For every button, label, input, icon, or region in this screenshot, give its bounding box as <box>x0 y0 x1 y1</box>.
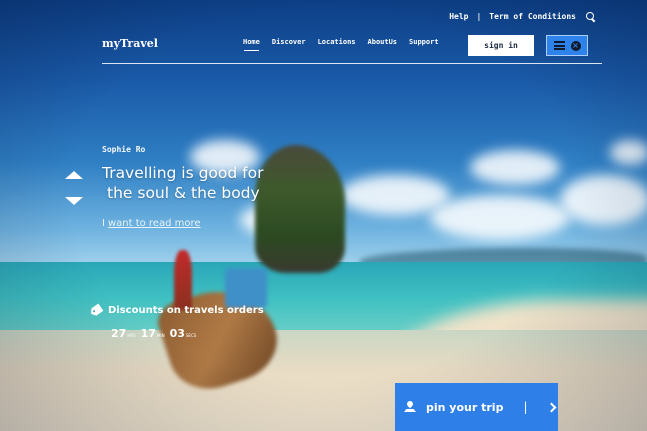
countdown-seconds: 03SECS <box>169 327 197 340</box>
discount-banner: Discounts on travels orders <box>90 305 264 316</box>
main-nav: Home Discover Locations AboutUs Support <box>243 38 439 51</box>
pin-icon <box>404 401 416 413</box>
help-link[interactable]: Help <box>449 12 468 21</box>
top-links: Help | Term of Conditions <box>449 12 595 21</box>
signin-button[interactable]: sign in <box>468 35 534 56</box>
top-links-separator: | <box>476 12 482 21</box>
nav-item-locations[interactable]: Locations <box>318 38 356 46</box>
read-more-link[interactable]: want to read more <box>108 218 201 229</box>
menu-button[interactable]: × <box>546 35 588 56</box>
discount-label[interactable]: Discounts on travels orders <box>108 305 264 316</box>
nav-item-support[interactable]: Support <box>409 38 439 46</box>
search-icon[interactable] <box>586 12 595 21</box>
hamburger-icon <box>553 41 565 50</box>
author-name: Sophie Ro <box>102 145 146 154</box>
nav-item-home[interactable]: Home <box>243 38 260 51</box>
logo[interactable]: myTravel <box>102 37 158 50</box>
vignette <box>0 0 647 431</box>
pin-label: pin your trip <box>426 400 504 414</box>
hero-title-line2: the soul & the body <box>107 184 260 202</box>
pin-separator: | <box>523 400 528 414</box>
pin-your-trip-button[interactable]: pin your trip | <box>395 383 558 431</box>
nav-item-discover[interactable]: Discover <box>272 38 306 46</box>
countdown-hours: 27HRS <box>111 327 136 340</box>
read-more: Iwant to read more <box>102 218 201 229</box>
chevron-right-icon <box>546 402 556 412</box>
hero-background <box>0 0 647 431</box>
read-more-prefix: I <box>102 218 105 229</box>
header: myTravel Home Discover Locations AboutUs… <box>102 34 602 64</box>
countdown-minutes: 17MIN <box>140 327 165 340</box>
countdown: 27HRS 17MIN 03SECS <box>111 322 196 341</box>
hero-title-line1: Travelling is good for <box>102 164 264 182</box>
hero-title: Travelling is good for the soul & the bo… <box>102 163 277 203</box>
close-icon: × <box>570 40 581 51</box>
terms-link[interactable]: Term of Conditions <box>489 12 576 21</box>
arrow-up-icon[interactable] <box>65 171 83 179</box>
tag-icon <box>89 303 104 317</box>
arrow-down-icon[interactable] <box>65 197 83 205</box>
nav-item-aboutus[interactable]: AboutUs <box>368 38 398 46</box>
